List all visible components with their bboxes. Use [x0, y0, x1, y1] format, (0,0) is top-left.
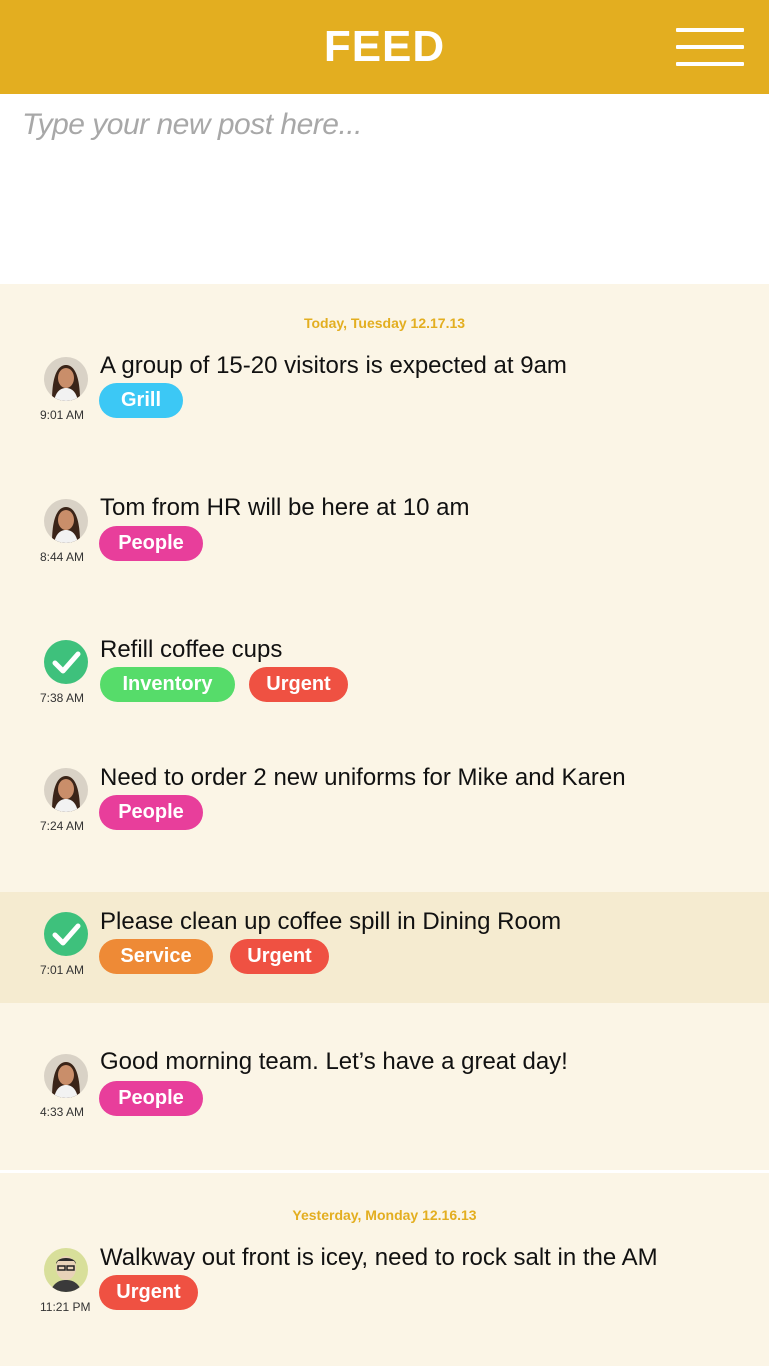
app-header: FEED — [0, 0, 769, 94]
hamburger-menu-icon[interactable] — [676, 28, 744, 66]
feed-post[interactable]: 7:38 AM Refill coffee cups Inventory Urg… — [0, 624, 769, 734]
post-text: Need to order 2 new uniforms for Mike an… — [100, 764, 626, 791]
post-time: 9:01 AM — [40, 408, 85, 422]
woman-avatar[interactable] — [44, 768, 88, 812]
tag-people[interactable]: People — [99, 795, 203, 830]
post-text: Refill coffee cups — [100, 636, 283, 663]
woman-avatar[interactable] — [44, 1054, 88, 1098]
post-time: 7:01 AM — [40, 963, 85, 977]
post-text: Walkway out front is icey, need to rock … — [100, 1244, 658, 1271]
tag-urgent[interactable]: Urgent — [249, 667, 348, 702]
woman-avatar[interactable] — [44, 357, 88, 401]
feed-post[interactable]: 4:33 AM Good morning team. Let’s have a … — [0, 1037, 769, 1167]
post-text: Good morning team. Let’s have a great da… — [100, 1048, 568, 1075]
page-title: FEED — [323, 22, 446, 71]
woman-avatar[interactable] — [44, 499, 88, 543]
date-header-yesterday: Yesterday, Monday 12.16.13 — [292, 1207, 477, 1223]
feed-post[interactable]: 11:21 PM Walkway out front is icey, need… — [0, 1232, 769, 1362]
tag-grill[interactable]: Grill — [99, 383, 183, 418]
tag-people[interactable]: People — [99, 526, 203, 561]
post-text: Please clean up coffee spill in Dining R… — [100, 908, 562, 935]
post-time: 11:21 PM — [40, 1300, 91, 1314]
feed-post[interactable]: 8:44 AM Tom from HR will be here at 10 a… — [0, 482, 769, 612]
feed-post[interactable]: 9:01 AM A group of 15-20 visitors is exp… — [0, 340, 769, 470]
feed-post[interactable]: 7:01 AM Please clean up coffee spill in … — [0, 892, 769, 1003]
post-text: Tom from HR will be here at 10 am — [100, 494, 470, 521]
post-time: 7:24 AM — [40, 819, 85, 833]
tag-people[interactable]: People — [99, 1081, 203, 1116]
feed-post[interactable]: 7:24 AM Need to order 2 new uniforms for… — [0, 751, 769, 881]
tag-service[interactable]: Service — [99, 939, 213, 974]
composer — [0, 94, 769, 284]
tag-inventory[interactable]: Inventory — [100, 667, 235, 702]
section-divider — [0, 1170, 769, 1173]
tag-urgent[interactable]: Urgent — [230, 939, 329, 974]
post-text: A group of 15-20 visitors is expected at… — [100, 352, 567, 379]
tag-urgent[interactable]: Urgent — [99, 1275, 198, 1310]
post-time: 7:38 AM — [40, 691, 85, 705]
post-time: 4:33 AM — [40, 1105, 85, 1119]
man-avatar[interactable] — [44, 1248, 88, 1292]
check-icon[interactable] — [44, 640, 88, 684]
check-icon[interactable] — [44, 912, 88, 956]
new-post-input[interactable] — [20, 106, 753, 270]
post-time: 8:44 AM — [40, 550, 85, 564]
date-header-today: Today, Tuesday 12.17.13 — [303, 315, 466, 331]
